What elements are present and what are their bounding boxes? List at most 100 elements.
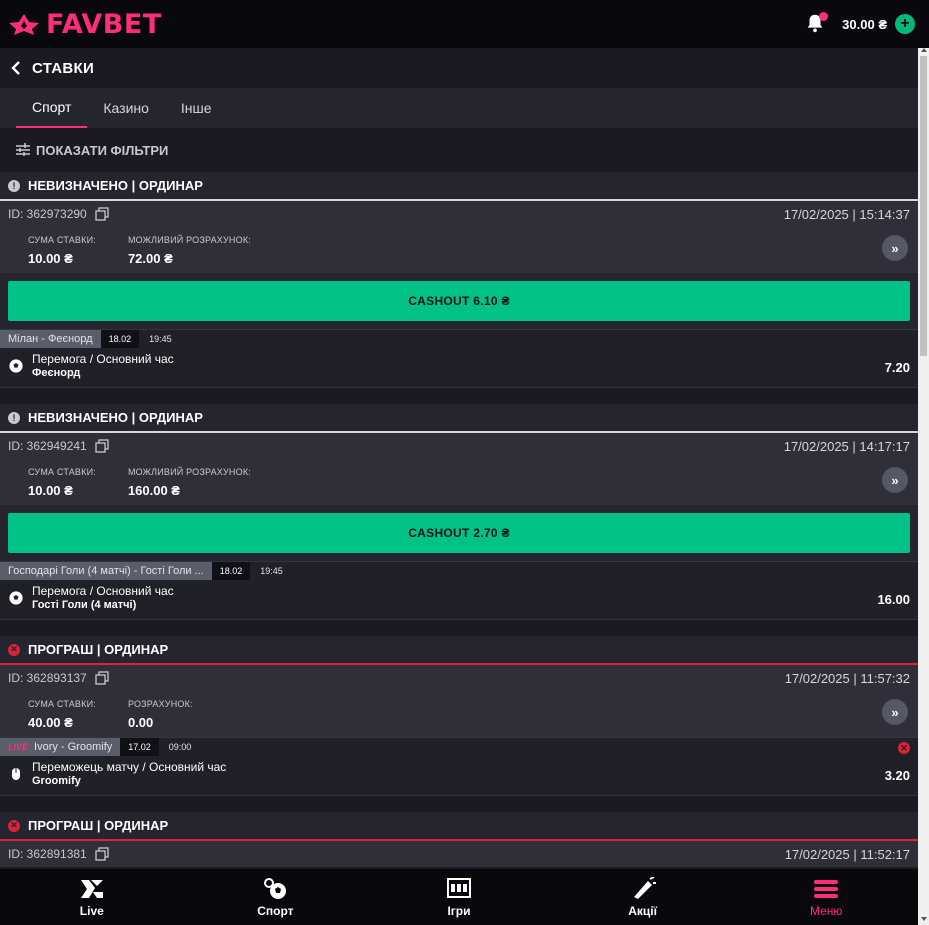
bet-date: 17/02/2025 | 15:14:37 <box>783 206 910 222</box>
nav-label: Акції <box>628 903 657 918</box>
event-market: Перемога / Основний час <box>32 352 174 366</box>
deposit-plus-button[interactable]: + <box>895 14 915 34</box>
show-filters-button[interactable]: ПОКАЗАТИ ФІЛЬТРИ <box>0 128 918 172</box>
payout-value: 0.00 <box>127 714 154 730</box>
nav-promos[interactable]: Акції <box>551 869 735 925</box>
payout-label: РОЗРАХУНОК: <box>127 698 193 709</box>
bet-id: ID: 362893137 <box>8 671 87 685</box>
bet-status-text: ПРОГРАШ | ОРДИНАР <box>28 642 169 657</box>
copy-icon[interactable] <box>95 207 109 221</box>
bet-status-bar: ! НЕВИЗНАЧЕНО | ОРДИНАР <box>0 404 918 433</box>
favbet-logo[interactable]: FAVBET <box>8 9 162 40</box>
bet-details-button[interactable]: » <box>882 235 908 261</box>
event-time: 19:45 <box>149 334 172 344</box>
bet-status-text: ПРОГРАШ | ОРДИНАР <box>28 818 169 833</box>
menu-hamburger-icon <box>813 877 839 901</box>
bet-event[interactable]: LIVE Ivory - Groomify 17.02 09:00 ✕ Перем… <box>0 737 918 796</box>
event-market: Переможець матчу / Основний час <box>32 760 227 774</box>
event-pick: Groomify <box>32 775 81 787</box>
filters-label: ПОКАЗАТИ ФІЛЬТРИ <box>36 142 169 158</box>
nav-label: Меню <box>809 903 843 918</box>
notification-dot <box>819 12 829 21</box>
event-time: 09:00 <box>168 742 192 752</box>
stake-label: СУМА СТАВКИ: <box>28 466 96 477</box>
bet-status-text: НЕВИЗНАЧЕНО | ОРДИНАР <box>28 410 203 425</box>
copy-icon[interactable] <box>95 439 109 453</box>
payout-value: 72.00 ₴ <box>127 250 173 266</box>
scroll-up-arrow-icon[interactable] <box>921 48 927 52</box>
event-odd: 16.00 <box>877 592 910 607</box>
football-icon <box>8 590 24 605</box>
event-odd: 3.20 <box>884 768 910 783</box>
info-icon: ! <box>8 411 20 424</box>
payout-label: МОЖЛИВИЙ РОЗРАХУНОК: <box>127 234 251 245</box>
esports-mouse-icon <box>12 767 20 780</box>
filter-sliders-icon <box>16 143 30 156</box>
notifications-bell-icon[interactable] <box>804 12 829 36</box>
logo-text: FAVBET <box>46 8 162 40</box>
bets-scroll-area[interactable]: СТАВКИ Спорт Казино Інше ПОКАЗАТИ ФІЛЬТР… <box>0 48 918 869</box>
event-match: Мілан - Феєнорд <box>0 330 101 348</box>
event-market: Перемога / Основний час <box>32 584 174 598</box>
scrollbar-thumb[interactable] <box>920 56 927 356</box>
stake-label: СУМА СТАВКИ: <box>28 234 96 245</box>
bet-card: ✕ ПРОГРАШ | ОРДИНАР ID: 362893137 17/02/… <box>0 636 918 796</box>
bet-date: 17/02/2025 | 14:17:17 <box>783 438 910 454</box>
nav-sport[interactable]: Спорт <box>184 869 368 925</box>
event-pick: Феєнорд <box>32 367 81 379</box>
bet-event[interactable]: Господарі Голи (4 матчі) - Гості Голи ..… <box>0 561 918 620</box>
event-lost-icon: ✕ <box>898 742 910 754</box>
bet-id: ID: 362973290 <box>8 207 87 221</box>
bottom-nav: Live Спорт Ігри Акції Меню <box>0 869 918 925</box>
cashout-button[interactable]: CASHOUT 6.10 ₴ <box>8 281 910 321</box>
games-slot-icon <box>446 877 472 901</box>
lost-x-icon: ✕ <box>8 643 20 656</box>
bet-card: ✕ ПРОГРАШ | ОРДИНАР ID: 362891381 17/02/… <box>0 812 918 867</box>
live-runner-icon <box>79 877 105 901</box>
football-icon <box>8 358 24 373</box>
nav-label: Live <box>79 903 104 918</box>
nav-games[interactable]: Ігри <box>367 869 551 925</box>
balance[interactable]: 30.00 ₴ <box>842 17 887 32</box>
live-badge: LIVE <box>8 742 29 752</box>
nav-menu[interactable]: Меню <box>734 869 918 925</box>
copy-icon[interactable] <box>95 671 109 685</box>
top-bar: FAVBET 30.00 ₴ + <box>0 0 929 48</box>
cashout-button[interactable]: CASHOUT 2.70 ₴ <box>8 513 910 553</box>
bet-date: 17/02/2025 | 11:57:32 <box>784 670 910 686</box>
event-date: 18.02 <box>100 330 140 348</box>
event-match: Господарі Голи (4 матчі) - Гості Голи ..… <box>0 562 212 580</box>
bet-details-button[interactable]: » <box>882 699 908 725</box>
bet-status-bar: ! НЕВИЗНАЧЕНО | ОРДИНАР <box>0 172 918 201</box>
page-header: СТАВКИ <box>0 48 918 88</box>
copy-icon[interactable] <box>95 847 109 861</box>
bet-status-text: НЕВИЗНАЧЕНО | ОРДИНАР <box>28 178 203 193</box>
payout-label: МОЖЛИВИЙ РОЗРАХУНОК: <box>127 466 251 477</box>
stake-value: 10.00 ₴ <box>28 482 73 498</box>
scroll-down-arrow-icon[interactable] <box>921 917 927 921</box>
info-icon: ! <box>8 179 20 192</box>
payout-value: 160.00 ₴ <box>127 482 180 498</box>
nav-label: Спорт <box>257 903 294 918</box>
nav-label: Ігри <box>447 903 471 918</box>
bet-card: ! НЕВИЗНАЧЕНО | ОРДИНАР ID: 362973290 17… <box>0 172 918 388</box>
bet-card: ! НЕВИЗНАЧЕНО | ОРДИНАР ID: 362949241 17… <box>0 404 918 620</box>
bet-details-button[interactable]: » <box>882 467 908 493</box>
event-time: 19:45 <box>260 566 283 576</box>
event-odd: 7.20 <box>884 360 910 375</box>
stake-value: 40.00 ₴ <box>28 714 73 730</box>
back-chevron-icon[interactable] <box>10 60 22 76</box>
scrollbar[interactable] <box>918 48 929 925</box>
tab-other[interactable]: Інше <box>165 88 228 128</box>
tab-casino[interactable]: Казино <box>87 88 165 128</box>
promo-megaphone-icon <box>630 876 656 901</box>
page-title: СТАВКИ <box>32 59 95 77</box>
bet-event[interactable]: Мілан - Феєнорд 18.02 19:45 Перемога / О… <box>0 329 918 388</box>
stake-value: 10.00 ₴ <box>28 250 73 266</box>
bet-status-bar: ✕ ПРОГРАШ | ОРДИНАР <box>0 636 918 665</box>
bet-status-bar: ✕ ПРОГРАШ | ОРДИНАР <box>0 812 918 841</box>
nav-live[interactable]: Live <box>0 869 184 925</box>
event-date: 18.02 <box>211 562 251 580</box>
tab-sport[interactable]: Спорт <box>16 88 88 128</box>
bet-id: ID: 362949241 <box>8 439 87 453</box>
